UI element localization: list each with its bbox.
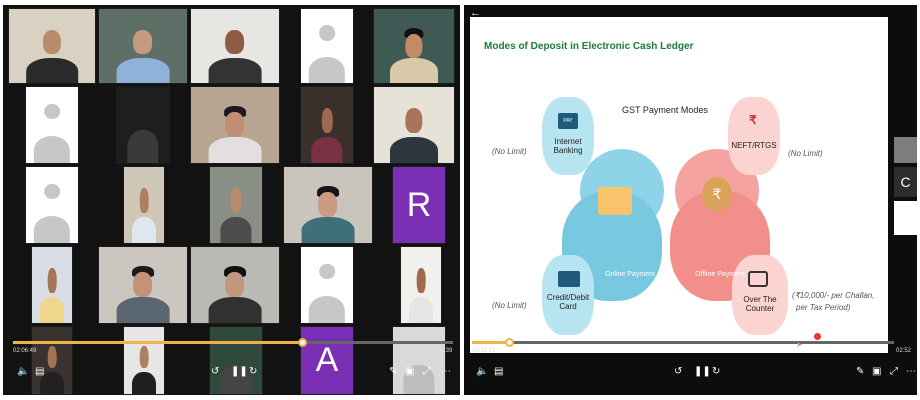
participant-initial: R — [406, 185, 432, 224]
volume-icon[interactable]: 🔈 — [17, 367, 29, 377]
credit-debit-card-label: Credit/Debit Card — [546, 293, 590, 312]
fullscreen-icon[interactable]: ⤢ — [423, 367, 431, 377]
participant-tile — [373, 86, 455, 164]
participant-tile — [400, 246, 442, 324]
total-time: 02:52 — [896, 348, 912, 354]
slide-subtitle: GST Payment Modes — [622, 105, 708, 115]
volume-icon[interactable]: 🔈 — [476, 367, 488, 377]
more-options-icon[interactable]: ⋯ — [906, 367, 916, 377]
side-participant-initial-tile: C — [894, 167, 917, 197]
participant-tile — [283, 166, 373, 244]
participant-grid: R A — [3, 5, 460, 395]
internet-banking-label: Internet Banking — [553, 137, 583, 156]
participant-tile — [209, 166, 263, 244]
pause-icon[interactable]: ❚❚ — [694, 367, 711, 377]
participant-placeholder — [25, 86, 79, 164]
presentation-video-pane[interactable]: ← Modes of Deposit in Electronic Cash Le… — [464, 5, 917, 395]
conference-video-pane[interactable]: ← — [3, 5, 460, 395]
pen-icon[interactable]: ✎ — [856, 367, 864, 377]
card-limit: (No Limit) — [492, 301, 527, 310]
participant-placeholder — [300, 246, 354, 324]
avatar-placeholder-icon — [44, 103, 60, 120]
laptop-pay-icon: PAY — [558, 113, 578, 129]
slide-title: Modes of Deposit in Electronic Cash Ledg… — [484, 41, 694, 52]
participant-tile — [8, 8, 96, 84]
current-time: 00:13:13 — [472, 348, 496, 354]
rupee-symbol: ₹ — [749, 113, 757, 127]
captions-icon[interactable]: ▤ — [494, 367, 503, 377]
presentation-slide: Modes of Deposit in Electronic Cash Ledg… — [470, 17, 888, 353]
fullscreen-icon[interactable]: ⤢ — [890, 367, 898, 377]
participant-tile — [190, 246, 280, 324]
seek-bar-progress — [13, 341, 304, 344]
captions-icon[interactable]: ▤ — [35, 367, 44, 377]
participant-tile — [98, 246, 188, 324]
participant-tile — [209, 326, 263, 395]
recording-indicator-icon — [814, 333, 821, 340]
pen-icon[interactable]: ✎ — [389, 367, 397, 377]
participant-tile — [190, 8, 280, 84]
seek-handle[interactable] — [504, 338, 514, 347]
forward-icon[interactable]: ↻ — [249, 367, 257, 377]
neft-rtgs-label: NEFT/RTGS — [731, 141, 777, 150]
pause-icon[interactable]: ❚❚ — [231, 367, 248, 377]
side-participant-video — [894, 137, 917, 163]
online-card-illustration-icon — [598, 187, 632, 215]
participant-tile — [123, 326, 165, 395]
rewind-icon[interactable]: ↺ — [674, 367, 682, 377]
neft-rtgs-limit: (No Limit) — [788, 149, 823, 158]
participant-initial: A — [315, 341, 339, 379]
offline-payment-label: Offline Payment — [695, 271, 745, 278]
current-time: 02:06:49 — [13, 348, 37, 354]
participant-tile — [373, 8, 455, 84]
participant-tile — [31, 326, 73, 395]
participant-placeholder — [25, 166, 79, 244]
participant-tile — [98, 8, 188, 84]
total-time: 03:04:39 — [429, 348, 453, 354]
internet-banking-circle — [542, 97, 594, 175]
participant-tile — [31, 246, 73, 324]
participant-tile — [116, 86, 170, 164]
pay-label: PAY — [563, 118, 573, 124]
participant-placeholder — [300, 8, 354, 84]
online-payment-label: Online Payment — [605, 271, 655, 278]
otc-limit-line-2: per Tax Period) — [796, 303, 851, 312]
participant-initial-tile: A — [300, 326, 354, 395]
counter-cash-icon — [748, 271, 768, 287]
rupee-transfer-icon: ₹ — [743, 113, 763, 131]
avatar-placeholder-icon — [44, 183, 60, 200]
cursor-icon: ➤ — [796, 340, 803, 349]
internet-banking-limit: (No Limit) — [492, 147, 527, 156]
avatar-placeholder-icon — [319, 263, 335, 280]
money-bag-icon: ₹ — [702, 177, 732, 211]
card-icon — [558, 271, 580, 287]
over-the-counter-label: Over The Counter — [743, 295, 777, 314]
participant-tile — [123, 166, 165, 244]
side-participant-initial: C — [900, 174, 911, 190]
rewind-icon[interactable]: ↺ — [211, 367, 219, 377]
participant-tile — [300, 86, 354, 164]
participant-tile — [392, 326, 446, 395]
neft-rtgs-circle — [728, 97, 780, 175]
avatar-placeholder-icon — [319, 25, 335, 41]
participant-tile — [190, 86, 280, 164]
forward-icon[interactable]: ↻ — [712, 367, 720, 377]
seek-bar[interactable] — [472, 341, 894, 344]
participant-initial-tile: R — [392, 166, 446, 244]
more-options-icon[interactable]: ⋯ — [441, 367, 451, 377]
layout-icon[interactable]: ▣ — [405, 367, 414, 377]
otc-limit-line-1: (₹10,000/- per Challan, — [792, 291, 875, 300]
side-participant-placeholder — [894, 201, 917, 235]
layout-icon[interactable]: ▣ — [872, 367, 881, 377]
